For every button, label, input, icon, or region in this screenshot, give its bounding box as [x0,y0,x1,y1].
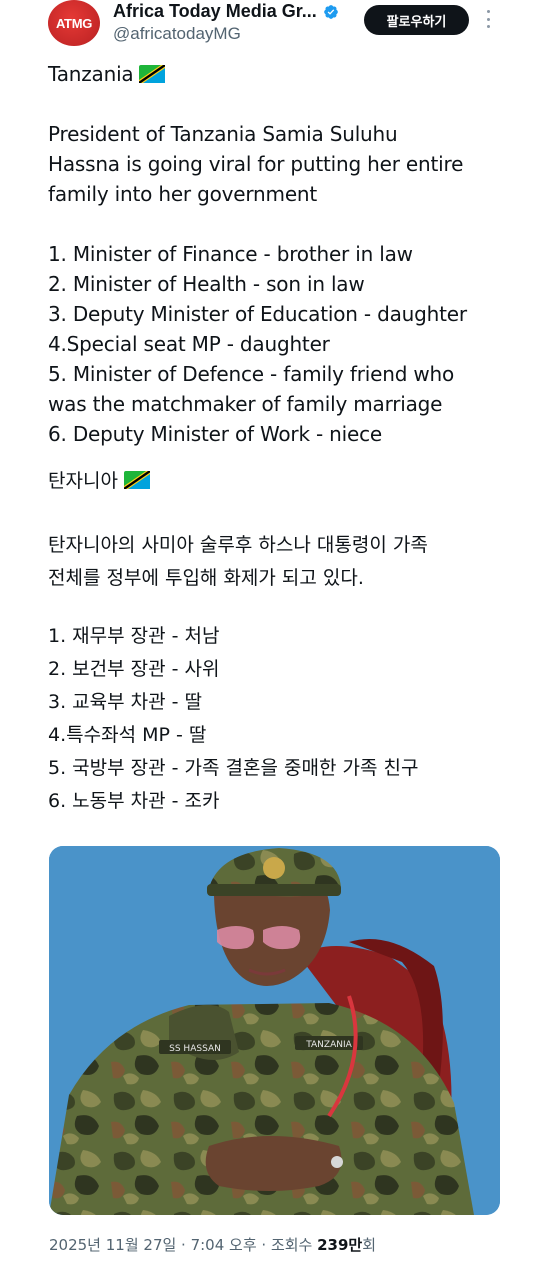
post-line: 탄자니아 [48,466,150,493]
post-line: family into her government [48,182,318,206]
post-line: 3. 교육부 차관 - 딸 [48,691,203,713]
handle[interactable]: @africatodayMG [113,24,241,44]
post-line: 5. Minister of Defence - family friend w… [48,362,455,386]
photo-name-tag: SS HASSAN [169,1044,221,1054]
post-line: Hassna is going viral for putting her en… [48,152,464,176]
avatar[interactable]: ATMG [48,0,100,46]
post-line: 2. Minister of Health - son in law [48,272,365,296]
post-line: 6. Deputy Minister of Work - niece [48,422,382,446]
post-timestamp: 2025년 11월 27일 · 7:04 오후 · 조회수 [49,1236,318,1254]
post-header: ATMG Africa Today Media Gr... @africatod… [0,0,536,58]
display-name[interactable]: Africa Today Media Gr... [113,1,317,22]
post-line: 3. Deputy Minister of Education - daught… [48,302,467,326]
avatar-logo-text: ATMG [55,15,93,31]
post-line: 4.Special seat MP - daughter [48,332,330,356]
photo-illustration: SS HASSAN TANZANIA [49,846,500,1215]
post-line: was the matchmaker of family marriage [48,392,443,416]
post-photo[interactable]: SS HASSAN TANZANIA [49,846,500,1215]
post-line: 5. 국방부 장관 - 가족 결혼을 중매한 가족 친구 [48,757,419,779]
follow-button[interactable]: 팔로우하기 [364,5,469,35]
post-line: 탄자니아의 사미아 술루후 하스나 대통령이 가족 [48,534,428,556]
tanzania-flag-icon [139,65,166,83]
post-line: 4.특수좌석 MP - 딸 [48,724,207,746]
view-count: 239만 [317,1236,363,1254]
post-line: 1. Minister of Finance - brother in law [48,242,413,266]
post-line: President of Tanzania Samia Suluhu [48,122,398,146]
post-meta: 2025년 11월 27일 · 7:04 오후 · 조회수 239만회 [49,1234,376,1255]
name-row: Africa Today Media Gr... [113,1,339,22]
post-line: 전체를 정부에 투입해 화제가 되고 있다. [48,567,364,589]
more-options-icon[interactable] [480,8,496,30]
post-line: 2. 보건부 장관 - 사위 [48,658,220,680]
post-line: 1. 재무부 장관 - 처남 [48,625,220,647]
post-line: Tanzania [48,62,166,86]
post-line: 6. 노동부 차관 - 조카 [48,790,220,812]
tanzania-flag-icon [123,471,150,489]
photo-country-tag: TANZANIA [305,1040,352,1050]
view-suffix: 회 [362,1236,377,1254]
verified-badge-icon [323,4,338,19]
